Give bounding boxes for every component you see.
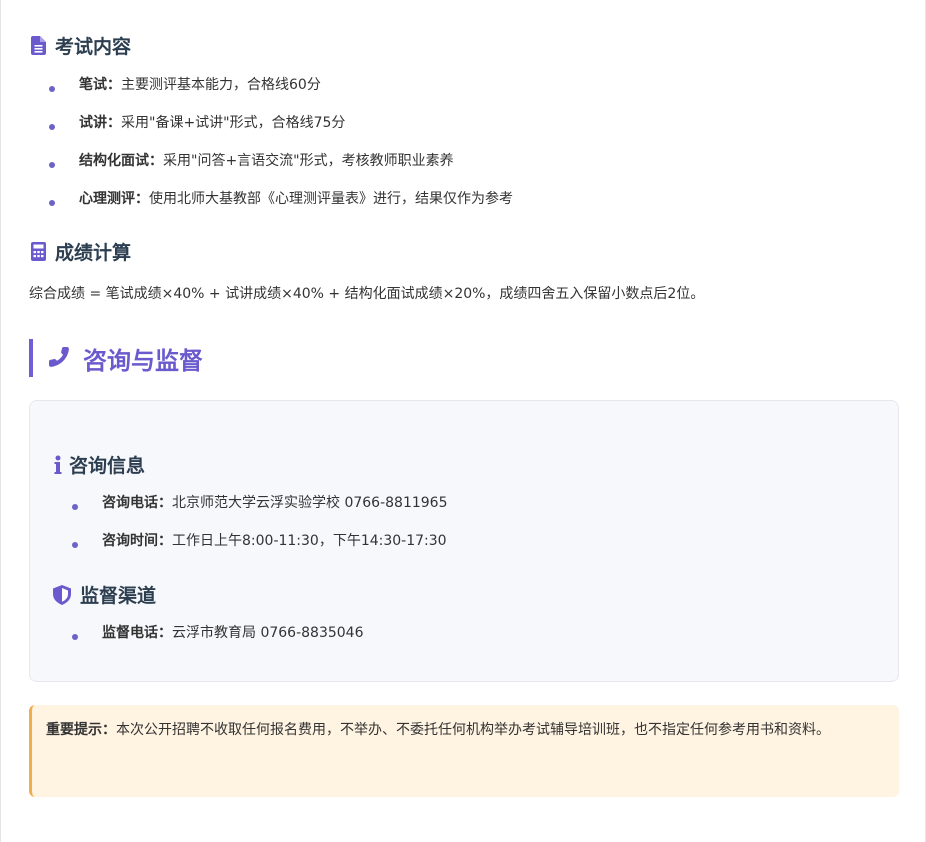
info-icon (52, 455, 64, 475)
notice-text: 本次公开招聘不收取任何报名费用，不举办、不委托任何机构举办考试辅导培训班，也不指… (116, 722, 830, 738)
file-text-icon (29, 36, 47, 56)
item-label: 结构化面试： (79, 153, 163, 169)
item-label: 咨询电话： (102, 495, 172, 511)
info-title: 咨询信息 (69, 455, 146, 477)
page-frame: 考试内容 笔试：主要测评基本能力，合格线60分 试讲：采用"备课+试讲"形式，合… (0, 0, 926, 842)
item-text: 采用"备课+试讲"形式，合格线75分 (121, 115, 346, 131)
consult-section-title: 咨询与监督 (83, 346, 203, 375)
exam-content-list: 笔试：主要测评基本能力，合格线60分 试讲：采用"备课+试讲"形式，合格线75分… (49, 75, 513, 227)
phone-icon (47, 345, 73, 371)
list-item: 咨询电话：北京师范大学云浮实验学校 0766-8811965 (72, 493, 447, 531)
list-item: 心理测评：使用北师大基教部《心理测评量表》进行，结果仅作为参考 (49, 189, 513, 227)
item-label: 心理测评： (79, 191, 149, 207)
shield-icon (52, 584, 72, 605)
item-label: 咨询时间： (102, 533, 172, 549)
item-text: 主要测评基本能力，合格线60分 (121, 77, 321, 93)
exam-content-title: 考试内容 (55, 36, 132, 58)
notice-label: 重要提示： (46, 722, 116, 738)
list-item: 笔试：主要测评基本能力，合格线60分 (49, 75, 513, 113)
score-formula: 综合成绩 = 笔试成绩×40% + 试讲成绩×40% + 结构化面试成绩×20%… (29, 286, 705, 302)
score-calc-heading: 成绩计算 (29, 238, 131, 265)
supervision-list: 监督电话：云浮市教育局 0766-8835046 (72, 623, 363, 661)
item-text: 使用北师大基教部《心理测评量表》进行，结果仅作为参考 (149, 191, 513, 207)
list-item: 咨询时间：工作日上午8:00-11:30，下午14:30-17:30 (72, 531, 447, 569)
item-label: 试讲： (79, 115, 121, 131)
item-text: 采用"问答+言语交流"形式，考核教师职业素养 (163, 153, 454, 169)
list-item: 监督电话：云浮市教育局 0766-8835046 (72, 623, 363, 661)
consult-card: 咨询信息 咨询电话：北京师范大学云浮实验学校 0766-8811965 咨询时间… (29, 400, 899, 682)
item-text: 云浮市教育局 0766-8835046 (172, 625, 364, 641)
exam-content-heading: 考试内容 (29, 32, 131, 59)
info-list: 咨询电话：北京师范大学云浮实验学校 0766-8811965 咨询时间：工作日上… (72, 493, 447, 569)
calculator-icon (29, 242, 47, 262)
item-text: 北京师范大学云浮实验学校 0766-8811965 (172, 495, 448, 511)
info-heading: 咨询信息 (52, 451, 145, 478)
item-label: 监督电话： (102, 625, 172, 641)
item-text: 工作日上午8:00-11:30，下午14:30-17:30 (172, 533, 447, 549)
item-label: 笔试： (79, 77, 121, 93)
supervision-heading: 监督渠道 (52, 581, 156, 608)
consult-section-heading: 咨询与监督 (29, 339, 203, 377)
list-item: 试讲：采用"备课+试讲"形式，合格线75分 (49, 113, 513, 151)
important-notice: 重要提示：本次公开招聘不收取任何报名费用，不举办、不委托任何机构举办考试辅导培训… (29, 705, 899, 797)
score-calc-title: 成绩计算 (55, 242, 132, 264)
supervision-title: 监督渠道 (80, 585, 157, 607)
list-item: 结构化面试：采用"问答+言语交流"形式，考核教师职业素养 (49, 151, 513, 189)
